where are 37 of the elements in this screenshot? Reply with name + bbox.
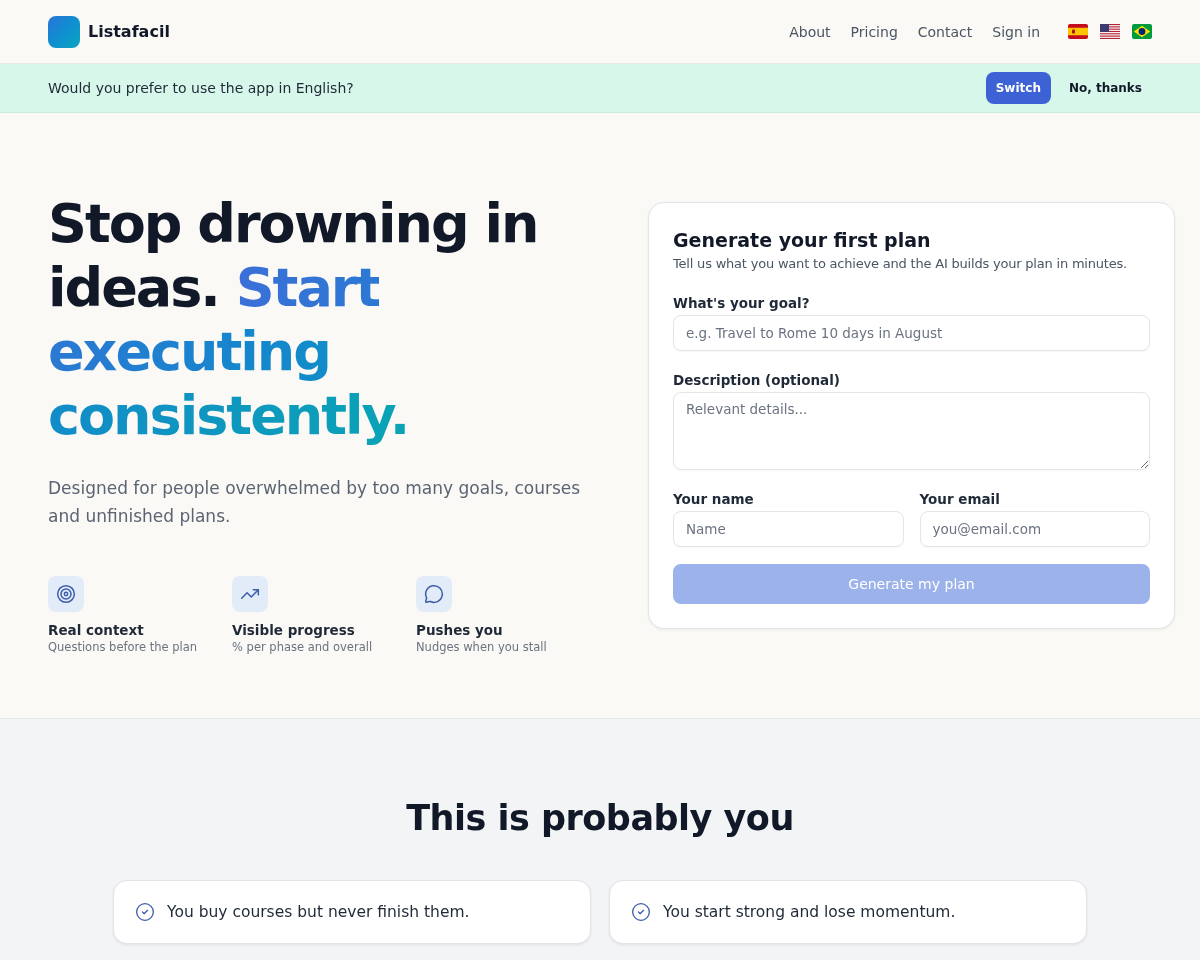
field-label: Your email [919, 490, 1001, 509]
flag-icon[interactable] [1100, 24, 1120, 39]
flag-icon[interactable] [1132, 24, 1152, 39]
field-label: Description (optional) [673, 371, 841, 390]
feature-title: Real context [48, 621, 145, 638]
banner-message: Would you prefer to use the app in English? [48, 80, 354, 96]
form-title: Generate your first plan [673, 228, 932, 253]
feature-description: % per phase and overall [232, 639, 374, 654]
switch-button[interactable]: Switch [985, 72, 1051, 104]
nav-link[interactable]: Sign in [992, 23, 1040, 40]
feature-title: Visible progress [232, 621, 356, 638]
check-circle-icon [135, 902, 155, 922]
feature-description: Nudges when you stall [416, 639, 548, 654]
pain-text: You buy courses but never finish them. [167, 903, 470, 921]
pain-text: You start strong and lose momentum. [663, 903, 956, 921]
feature-description: Questions before the plan [48, 639, 199, 654]
field-label: What's your goal? [673, 294, 811, 313]
brand-name[interactable]: Listafacil [88, 22, 170, 41]
logo-icon[interactable] [48, 15, 80, 48]
form-subtitle: Tell us what you want to achieve and the AI builds your plan in minutes. [673, 255, 1129, 273]
input-field[interactable]: e.g. Travel to Rome 10 days in August [673, 315, 1150, 351]
feature-title: Pushes you [416, 621, 504, 638]
hero-subtitle: Designed for people overwhelmed by too many goals, courses and unfinished plans. [48, 476, 582, 528]
input-field[interactable]: you@email.com [919, 511, 1150, 547]
nav-link[interactable]: Pricing [850, 23, 898, 40]
section-title: This is probably you [406, 797, 794, 840]
input-field[interactable]: Name [673, 511, 904, 547]
nav-link[interactable]: Contact [917, 23, 973, 40]
target-icon [48, 575, 84, 612]
check-circle-icon [631, 902, 651, 922]
flag-icon[interactable] [1068, 24, 1088, 39]
trending-up-icon [232, 575, 268, 612]
field-label: Your name [673, 490, 755, 509]
speech-bubble-icon [416, 575, 452, 612]
nav-link[interactable]: About [789, 23, 831, 40]
dismiss-button[interactable]: No, thanks [1058, 72, 1152, 104]
textarea-field[interactable]: Relevant details... [673, 392, 1150, 470]
